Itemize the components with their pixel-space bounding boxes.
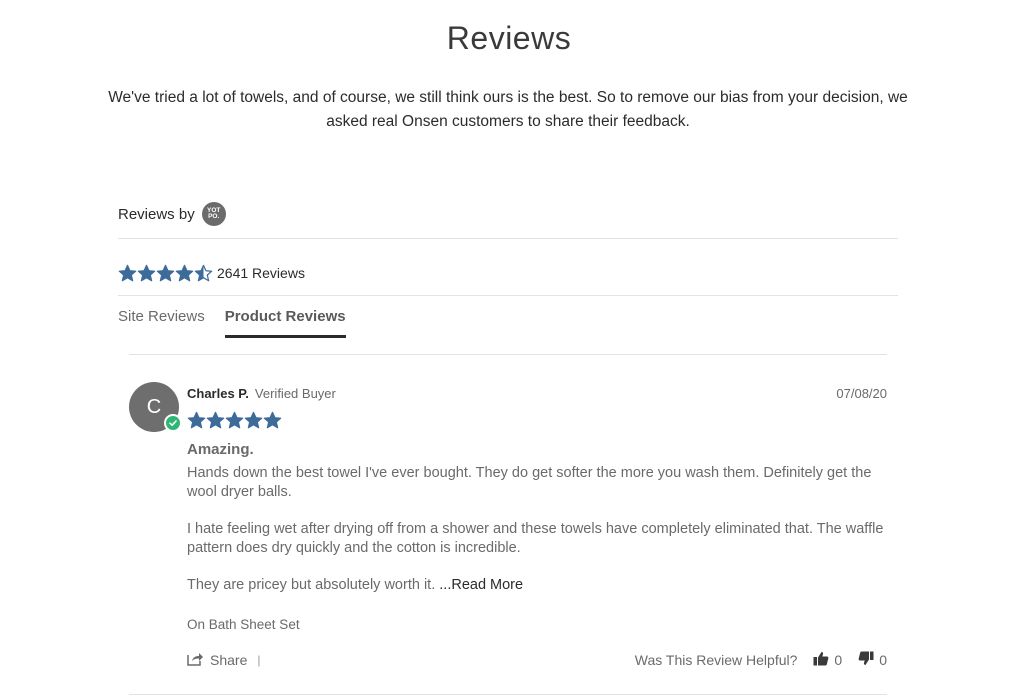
review-body: Hands down the best towel I've ever boug… xyxy=(187,464,892,613)
divider xyxy=(118,295,898,296)
helpful-label: Was This Review Helpful? xyxy=(634,652,798,668)
verified-check-icon xyxy=(164,414,182,432)
summary-stars xyxy=(118,264,213,283)
review-paragraph-text: They are pricey but absolutely worth it. xyxy=(187,577,436,593)
star-full-icon xyxy=(156,264,175,281)
star-full-icon xyxy=(206,411,225,429)
thumbs-down-icon xyxy=(858,651,874,669)
share-label: Share xyxy=(210,652,248,668)
vote-up-button[interactable]: 0 xyxy=(813,651,842,669)
vote-down-count: 0 xyxy=(879,652,887,668)
reviewer-name: Charles P. xyxy=(187,386,249,401)
yotpo-logo[interactable]: YOT PO. xyxy=(201,202,226,226)
review-stars xyxy=(187,411,282,430)
read-more-link[interactable]: ...Read More xyxy=(439,577,523,593)
page-title: Reviews xyxy=(446,20,572,56)
review-footer: Share | Was This Review Helpful? 0 0 xyxy=(187,651,887,671)
review-title: Amazing. xyxy=(187,441,254,458)
reviewer: Charles P. Verified Buyer xyxy=(187,386,336,401)
reviews-by: Reviews by YOT PO. xyxy=(118,200,226,228)
star-full-icon xyxy=(225,411,244,429)
divider xyxy=(129,354,887,355)
star-full-icon xyxy=(263,411,282,429)
intro-text: We've tried a lot of towels, and of cour… xyxy=(108,89,908,130)
review-date: 07/08/20 xyxy=(836,386,887,401)
helpful-section: Was This Review Helpful? 0 0 xyxy=(635,651,887,669)
review-paragraph: They are pricey but absolutely worth it.… xyxy=(187,576,892,595)
thumbs-up-icon xyxy=(813,651,829,669)
star-full-icon xyxy=(137,264,156,281)
vote-up-count: 0 xyxy=(834,652,843,668)
review-paragraph: I hate feeling wet after drying off from… xyxy=(187,521,884,556)
star-full-icon xyxy=(187,411,206,429)
share-separator: | xyxy=(257,653,261,667)
share-button[interactable]: Share | xyxy=(187,651,260,669)
share-icon xyxy=(187,651,204,669)
star-half-icon xyxy=(194,264,213,281)
tab-site-reviews[interactable]: Site Reviews xyxy=(118,308,205,338)
star-full-icon xyxy=(175,264,194,281)
review-count[interactable]: 2641 Reviews xyxy=(217,265,305,281)
product-reference[interactable]: On Bath Sheet Set xyxy=(187,617,300,632)
rating-summary: 2641 Reviews xyxy=(118,262,305,284)
divider xyxy=(118,238,898,239)
review-tabs: Site Reviews Product Reviews xyxy=(118,308,366,338)
review-paragraph: Hands down the best towel I've ever boug… xyxy=(187,465,872,500)
star-full-icon xyxy=(118,264,137,281)
verified-buyer-label: Verified Buyer xyxy=(254,386,336,401)
star-full-icon xyxy=(244,411,263,429)
reviews-by-label: Reviews by xyxy=(118,205,195,223)
vote-down-button[interactable]: 0 xyxy=(858,651,887,669)
tab-product-reviews[interactable]: Product Reviews xyxy=(224,308,346,338)
